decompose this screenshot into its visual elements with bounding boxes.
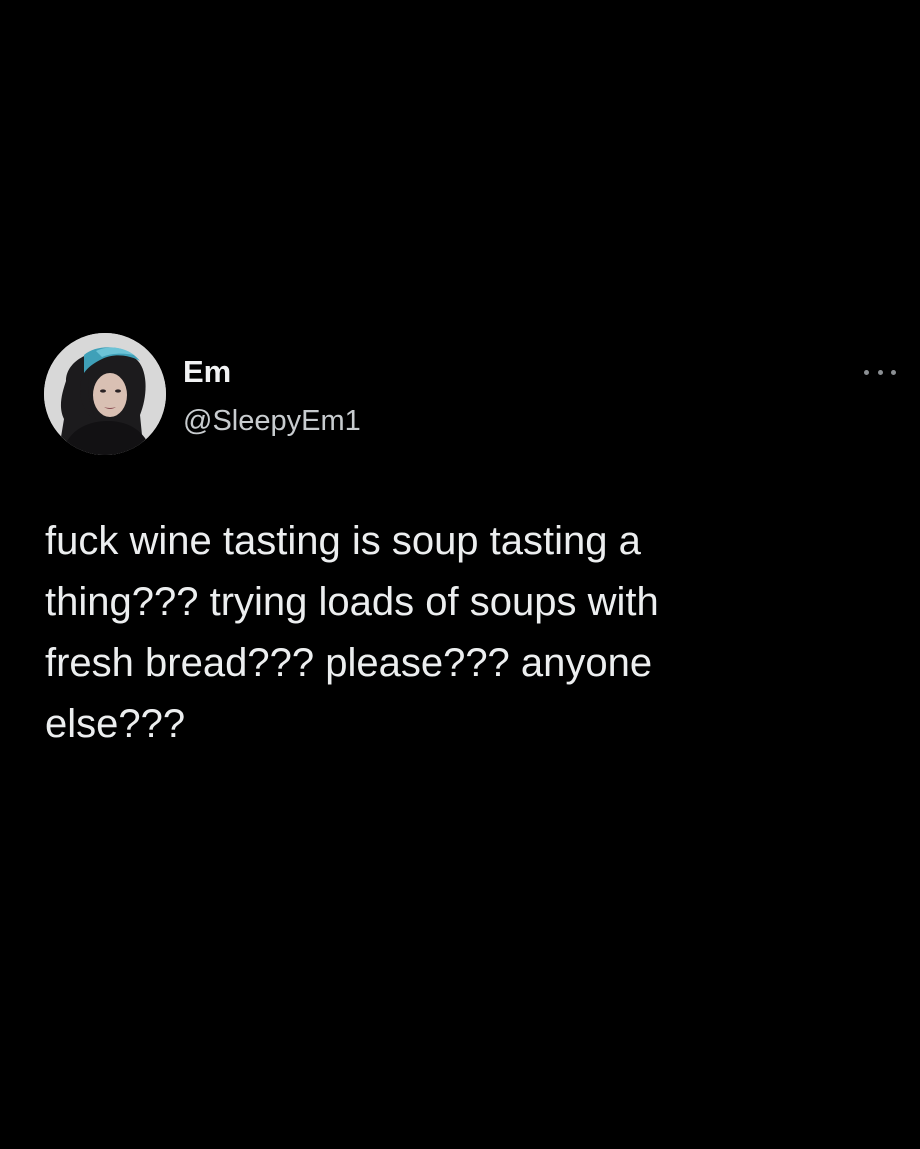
more-horizontal-icon bbox=[864, 369, 869, 375]
more-horizontal-icon bbox=[877, 369, 883, 375]
more-options-button[interactable] bbox=[862, 360, 898, 384]
author-avatar[interactable] bbox=[44, 333, 166, 455]
more-horizontal-icon bbox=[891, 369, 896, 375]
tweet-text: fuck wine tasting is soup tasting a thin… bbox=[45, 519, 659, 746]
avatar-portrait-icon bbox=[44, 333, 166, 455]
author-handle[interactable]: @SleepyEm1 bbox=[183, 403, 361, 439]
tweet-card: Em @SleepyEm1 fuck wine tasting is soup … bbox=[0, 0, 920, 1149]
author-display-name[interactable]: Em bbox=[183, 352, 231, 392]
